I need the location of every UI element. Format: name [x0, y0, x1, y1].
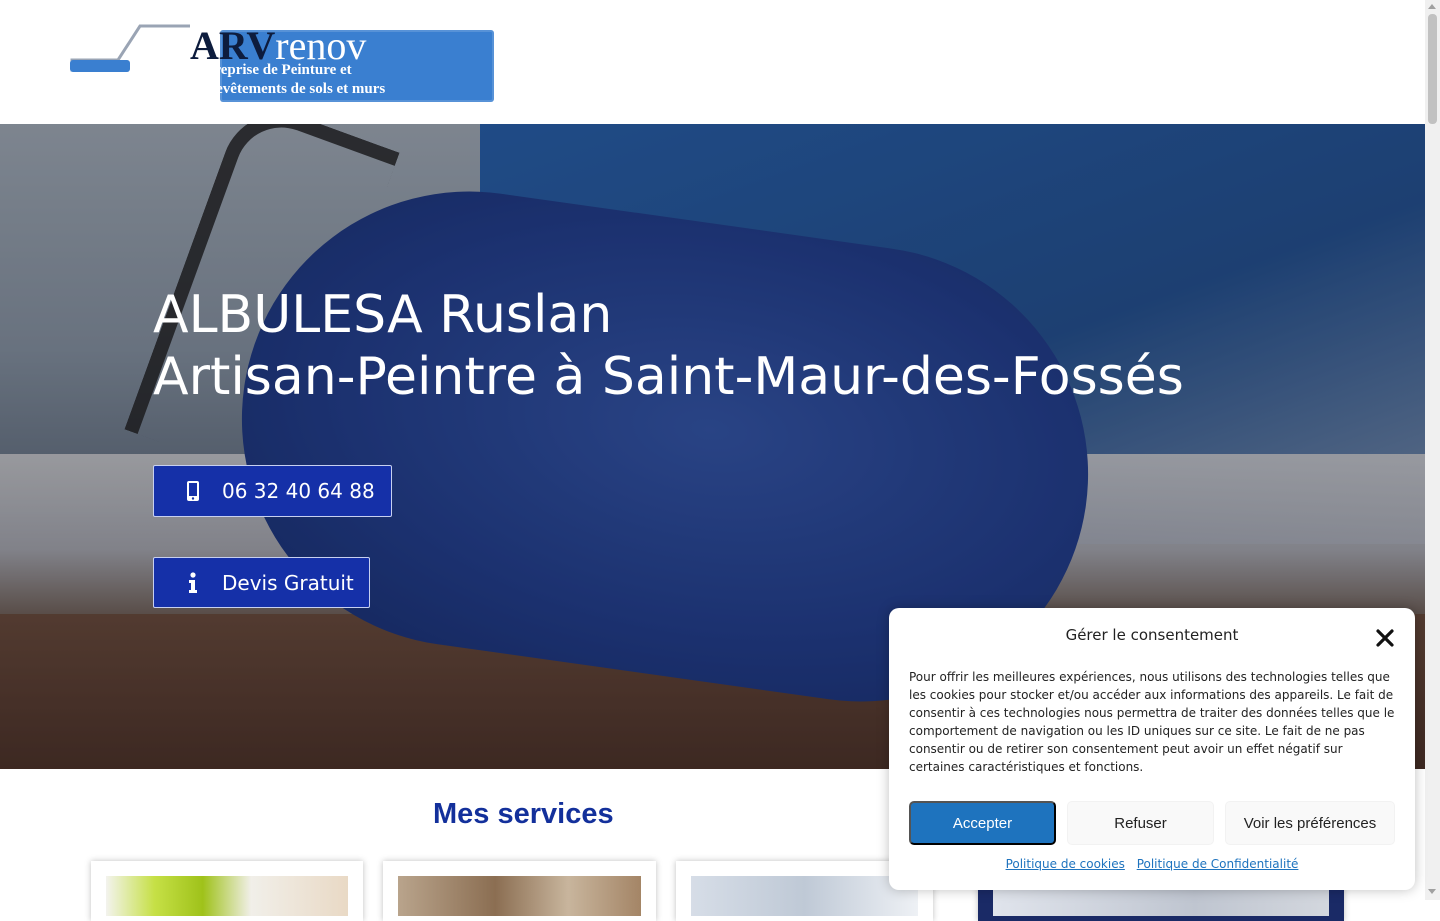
consent-title: Gérer le consentement: [1065, 626, 1239, 644]
hero-title-subtitle: Artisan-Peintre à Saint-Maur-des-Fossés: [153, 347, 1184, 407]
logo-tagline-line1: Entreprise de Peinture et: [191, 62, 352, 78]
privacy-policy-link[interactable]: Politique de Confidentialité: [1137, 857, 1299, 871]
refuse-button[interactable]: Refuser: [1067, 801, 1214, 845]
logo-tagline-line2: de revêtements de sols et murs: [191, 81, 386, 97]
services-title: Mes services: [433, 798, 614, 830]
service-card[interactable]: [383, 861, 656, 921]
cookie-consent-dialog: Gérer le consentement Pour offrir les me…: [889, 608, 1415, 890]
phone-button-label: 06 32 40 64 88: [222, 479, 375, 503]
info-icon: [182, 571, 204, 594]
mobile-phone-icon: [182, 480, 204, 502]
scroll-up-arrow-icon[interactable]: [1428, 4, 1436, 9]
scroll-down-arrow-icon[interactable]: [1428, 889, 1436, 894]
service-card-image: [398, 876, 641, 916]
service-card-image: [691, 876, 918, 916]
close-icon[interactable]: [1373, 626, 1397, 650]
free-quote-button-label: Devis Gratuit: [222, 570, 354, 595]
scrollbar-thumb[interactable]: [1428, 14, 1437, 124]
consent-description: Pour offrir les meilleures expériences, …: [909, 670, 1395, 774]
cookie-policy-link[interactable]: Politique de cookies: [1006, 857, 1125, 871]
service-card-image: [106, 876, 348, 916]
hero-title-name: ALBULESA Ruslan: [153, 285, 613, 345]
view-preferences-button[interactable]: Voir les préférences: [1225, 801, 1395, 845]
accept-button[interactable]: Accepter: [909, 801, 1056, 845]
site-logo[interactable]: ARVrenov Entreprise de Peinture et de re…: [70, 22, 494, 104]
free-quote-button[interactable]: Devis Gratuit: [153, 557, 370, 608]
phone-button[interactable]: 06 32 40 64 88: [153, 465, 392, 517]
paint-roller-handle-icon: [70, 24, 190, 72]
site-header: ARVrenov Entreprise de Peinture et de re…: [0, 0, 1425, 124]
service-card[interactable]: [91, 861, 363, 921]
consent-policy-links: Politique de cookies Politique de Confid…: [889, 857, 1415, 871]
page-scrollbar[interactable]: [1425, 0, 1440, 900]
hero-title: ALBULESA Ruslan Artisan-Peintre à Saint-…: [153, 284, 1184, 408]
